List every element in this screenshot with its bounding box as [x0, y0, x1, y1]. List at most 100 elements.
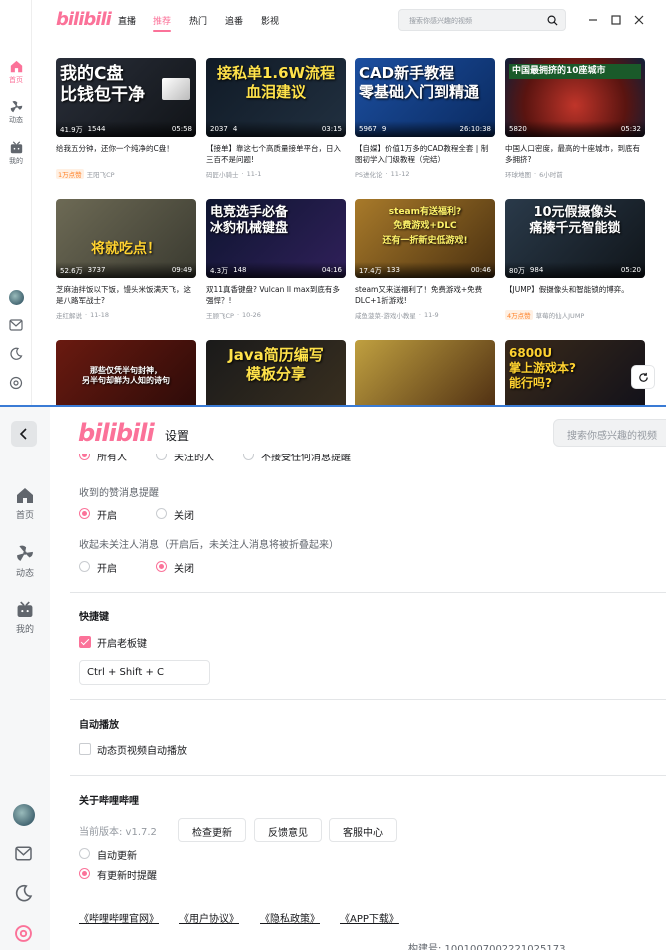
video-card[interactable]: 电竞选手必备 冰豹机械键盘 4.3万 148 04:16 双11真香键盘? Vulc… [206, 199, 346, 320]
avatar[interactable] [13, 804, 35, 826]
radio-following[interactable] [156, 454, 167, 460]
video-uploader[interactable]: 码匠小骑士 · 11-1 [206, 169, 346, 179]
video-card[interactable]: 我的C盘 比钱包干净 41.9万 1544 05:58 给我五分钟，还你一个纯净的C… [56, 58, 196, 179]
video-thumbnail[interactable]: Java简历编写 模板分享 [206, 340, 346, 405]
video-thumbnail[interactable]: CAD新手教程 零基础入门到精通 5967 9 26:10:38 [355, 58, 495, 137]
sidebar-item-mine[interactable]: 我的 [0, 141, 32, 166]
video-thumbnail[interactable]: 将就吃点！ 52.6万 3737 09:49 [56, 199, 196, 278]
tab-movies[interactable]: 影视 [261, 14, 279, 27]
video-thumbnail[interactable]: 那些仅凭半句封神， 另半句却鲜为人知的诗句 [56, 340, 196, 405]
radio-label[interactable]: 关闭 [174, 560, 194, 575]
back-button[interactable] [11, 421, 37, 447]
video-card[interactable] [355, 340, 495, 405]
divider [70, 775, 666, 776]
radio-none[interactable] [243, 454, 254, 460]
search-input[interactable]: 搜索你感兴趣的视频 [553, 419, 666, 447]
tab-recommend[interactable]: 推荐 [153, 14, 172, 32]
boss-key-checkbox[interactable] [79, 636, 91, 648]
settings-icon[interactable] [9, 376, 23, 390]
mail-icon[interactable] [14, 846, 33, 861]
video-thumbnail[interactable]: steam有送福利? 免费游戏+DLC 还有一折新史低游戏! 17.4万 133 0… [355, 199, 495, 278]
video-thumbnail[interactable]: 中国最拥挤的10座城市 5820 05:32 [505, 58, 645, 137]
video-uploader[interactable]: 4万点赞 草莓的仙人JUMP [505, 310, 645, 320]
link-privacy-policy[interactable]: 《隐私政策》 [260, 910, 320, 925]
shortcut-input[interactable]: Ctrl + Shift + C [79, 660, 210, 685]
feedback-button[interactable]: 反馈意见 [254, 818, 322, 842]
support-button[interactable]: 客服中心 [329, 818, 397, 842]
video-uploader[interactable]: 咸鱼菠菜-游戏小教星 · 11-9 [355, 310, 495, 320]
notify-update-radio[interactable] [79, 868, 90, 879]
auto-update-radio[interactable] [79, 848, 90, 859]
radio-label[interactable]: 自动更新 [97, 847, 137, 862]
avatar[interactable] [9, 290, 24, 305]
link-user-agreement[interactable]: 《用户协议》 [179, 910, 239, 925]
video-meta: 41.9万 1544 05:58 [56, 121, 196, 137]
checkbox-label[interactable]: 动态页视频自动播放 [97, 742, 187, 757]
moon-icon[interactable] [14, 884, 33, 903]
moon-icon[interactable] [9, 347, 23, 361]
video-title[interactable]: 芝麻油拌饭以下饭，馒头米饭满天飞，这是八路军战士? [56, 284, 196, 306]
video-uploader[interactable]: 1万点赞 王阳飞CP [56, 169, 196, 179]
video-card[interactable]: 那些仅凭半句封神， 另半句却鲜为人知的诗句 [56, 340, 196, 405]
video-uploader[interactable]: 走红解说 · 11-18 [56, 310, 196, 320]
section-heading: 自动播放 [79, 720, 119, 731]
sidebar-item-home[interactable]: 首页 [0, 487, 50, 521]
video-title[interactable]: 中国人口密度，最高的十座城市，到底有多拥挤? [505, 143, 645, 165]
tab-live[interactable]: 直播 [118, 14, 136, 27]
video-title[interactable]: 【自媒】价值1万多的CAD教程全套 | 制图初学入门级教程（完结） [355, 143, 495, 165]
video-meta: 52.6万 3737 09:49 [56, 262, 196, 278]
video-thumbnail[interactable]: 电竞选手必备 冰豹机械键盘 4.3万 148 04:16 [206, 199, 346, 278]
video-thumbnail[interactable]: 我的C盘 比钱包干净 41.9万 1544 05:58 [56, 58, 196, 137]
video-thumbnail[interactable]: 6800U 掌上游戏本? 能行吗? [505, 340, 645, 405]
link-app-download[interactable]: 《APP下载》 [340, 910, 399, 925]
video-title[interactable]: steam又来送福利了！免费游戏+免费DLC+1折游戏! [355, 284, 495, 306]
tab-hot[interactable]: 热门 [189, 14, 207, 27]
like-notice-off-radio[interactable] [156, 508, 167, 519]
video-title[interactable]: 【接单】靠这七个高质量接单平台，日入三百不是问题! [206, 143, 346, 165]
video-uploader[interactable]: 王顾飞CP · 10-26 [206, 310, 346, 320]
video-title[interactable]: 双11真香键盘? Vulcan II max到底有多强悍？! [206, 284, 346, 306]
video-thumbnail[interactable]: 10元假摄像头 痛揍千元智能锁 80万 984 05:20 [505, 199, 645, 278]
maximize-button[interactable] [608, 12, 624, 28]
refresh-button[interactable] [631, 365, 655, 389]
search-icon[interactable] [547, 15, 558, 26]
sidebar-item-dynamic[interactable]: 动态 [0, 544, 50, 579]
video-card[interactable]: 10元假摄像头 痛揍千元智能锁 80万 984 05:20 【JUMP】假摄像头和智… [505, 199, 645, 320]
settings-icon[interactable] [14, 924, 33, 943]
radio-label[interactable]: 有更新时提醒 [97, 867, 157, 882]
section-heading: 关于哔哩哔哩 [79, 796, 139, 807]
link-official-site[interactable]: 《哔哩哔哩官网》 [79, 910, 159, 925]
video-card[interactable]: 中国最拥挤的10座城市 5820 05:32 中国人口密度，最高的十座城市，到底有… [505, 58, 645, 179]
video-thumbnail[interactable]: 接私单1.6W流程 血泪建议 2037 4 03:15 [206, 58, 346, 137]
video-uploader[interactable]: PS进化论 · 11-12 [355, 169, 495, 179]
chevron-left-icon [19, 428, 27, 440]
close-button[interactable] [631, 12, 647, 28]
autoplay-checkbox[interactable] [79, 743, 91, 755]
video-card[interactable]: Java简历编写 模板分享 [206, 340, 346, 405]
check-update-button[interactable]: 检查更新 [178, 818, 246, 842]
video-card[interactable]: steam有送福利? 免费游戏+DLC 还有一折新史低游戏! 17.4万 133 0… [355, 199, 495, 320]
sidebar-item-dynamic[interactable]: 动态 [0, 100, 32, 125]
video-uploader[interactable]: 环球地图 · 6小时前 [505, 169, 645, 179]
fold-off-radio[interactable] [156, 561, 167, 572]
video-title[interactable]: 给我五分钟，还你一个纯净的C盘！ [56, 143, 196, 165]
video-thumbnail[interactable] [355, 340, 495, 405]
video-card[interactable]: 6800U 掌上游戏本? 能行吗? [505, 340, 645, 405]
radio-label[interactable]: 开启 [97, 560, 117, 575]
video-card[interactable]: CAD新手教程 零基础入门到精通 5967 9 26:10:38 【自媒】价值1万多… [355, 58, 495, 179]
mail-icon[interactable] [9, 319, 23, 331]
radio-label[interactable]: 开启 [97, 507, 117, 522]
video-card[interactable]: 接私单1.6W流程 血泪建议 2037 4 03:15 【接单】靠这七个高质量接单平… [206, 58, 346, 179]
video-card[interactable]: 将就吃点！ 52.6万 3737 09:49 芝麻油拌饭以下饭，馒头米饭满天飞，这是… [56, 199, 196, 320]
sidebar-item-mine[interactable]: 我的 [0, 601, 50, 635]
tab-anime[interactable]: 追番 [225, 14, 243, 27]
fold-on-radio[interactable] [79, 561, 90, 572]
checkbox-label[interactable]: 开启老板键 [97, 635, 147, 650]
radio-label[interactable]: 关闭 [174, 507, 194, 522]
sidebar-item-home[interactable]: 首页 [0, 60, 32, 85]
radio-all[interactable] [79, 454, 90, 460]
minimize-button[interactable] [585, 12, 601, 28]
video-title[interactable]: 【JUMP】假摄像头和智能锁的博弈。 [505, 284, 645, 306]
like-notice-on-radio[interactable] [79, 508, 90, 519]
search-input[interactable]: 搜索你感兴趣的视频 [398, 9, 566, 31]
